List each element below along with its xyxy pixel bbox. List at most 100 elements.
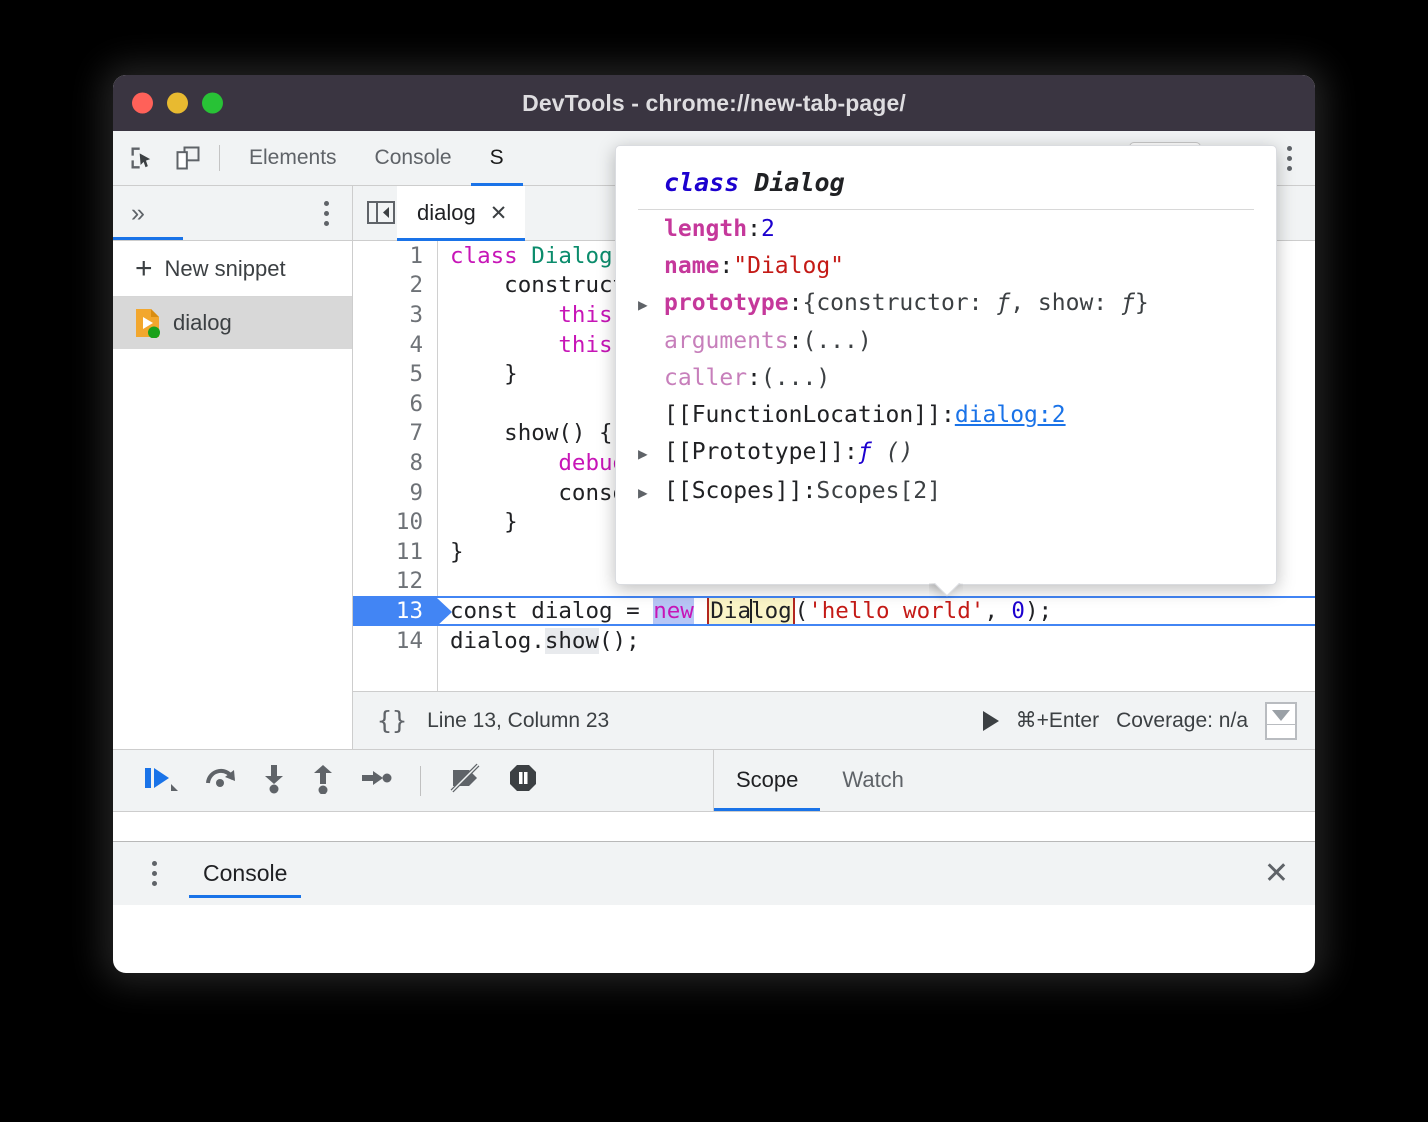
drawer-more-options-icon[interactable]	[137, 861, 171, 886]
line-content: }	[437, 539, 464, 565]
popover-property-row[interactable]: length: 2	[638, 210, 1254, 247]
tab-console[interactable]: Console	[356, 131, 471, 186]
object-preview-popover: class Dialog length: 2name: "Dialog"▶pro…	[615, 145, 1277, 585]
debugger-controls	[113, 750, 714, 811]
popover-title-keyword: class	[664, 168, 739, 197]
pretty-print-icon[interactable]: {}	[377, 706, 407, 735]
chevron-double-right-icon[interactable]: »	[131, 201, 145, 226]
expand-triangle-icon[interactable]: ▶	[638, 441, 664, 467]
resume-icon[interactable]	[143, 762, 181, 799]
step-out-icon[interactable]	[310, 762, 336, 799]
tab-sources[interactable]: S	[471, 131, 523, 186]
line-number[interactable]: 10	[353, 509, 437, 535]
coverage-label: Coverage: n/a	[1116, 709, 1248, 733]
property-name: prototype	[664, 290, 789, 316]
line-number[interactable]: 4	[353, 332, 437, 358]
minimize-window-button[interactable]	[167, 93, 188, 114]
run-snippet-icon[interactable]	[983, 711, 999, 731]
popover-property-row[interactable]: ▶[[Prototype]]: ƒ ()	[638, 434, 1254, 473]
pause-on-exceptions-icon[interactable]	[507, 762, 539, 799]
expand-triangle-icon[interactable]: ▶	[638, 480, 664, 506]
traffic-lights	[132, 93, 223, 114]
inspect-element-icon[interactable]	[125, 141, 159, 175]
collapse-sidebar-icon[interactable]	[367, 200, 397, 226]
new-snippet-label: New snippet	[165, 256, 286, 282]
statusbar-left: {} Line 13, Column 23	[353, 706, 609, 735]
line-number[interactable]: 5	[353, 361, 437, 387]
property-separator: :	[747, 216, 761, 242]
drawer-tab-console[interactable]: Console	[189, 842, 301, 906]
property-value: {constructor: ƒ, show: ƒ}	[802, 290, 1148, 316]
sidebar-item-dialog[interactable]: dialog	[113, 297, 352, 349]
tab-watch[interactable]: Watch	[820, 749, 926, 811]
sidebar-item-label: dialog	[173, 310, 232, 336]
close-icon[interactable]: ✕	[490, 201, 508, 226]
coverage-triangle	[1272, 710, 1290, 721]
deactivate-breakpoints-icon[interactable]	[448, 762, 484, 799]
property-separator: :	[941, 402, 955, 428]
tab-elements[interactable]: Elements	[230, 131, 356, 186]
property-value[interactable]: dialog:2	[955, 402, 1066, 428]
property-separator: :	[719, 253, 733, 279]
property-name: length	[664, 216, 747, 242]
popover-property-row[interactable]: name: "Dialog"	[638, 247, 1254, 284]
property-separator: :	[844, 439, 858, 465]
property-name: [[Scopes]]	[664, 478, 802, 504]
close-icon[interactable]: ✕	[1264, 859, 1289, 889]
line-number[interactable]: 3	[353, 302, 437, 328]
popover-property-row[interactable]: ▶prototype: {constructor: ƒ, show: ƒ}	[638, 284, 1254, 323]
line-number[interactable]: 11	[353, 539, 437, 565]
popover-title-name: Dialog	[754, 168, 844, 197]
line-number[interactable]: 1	[353, 243, 437, 269]
debugger-sidepanel-tabs: Scope Watch	[714, 750, 1315, 811]
sources-navigator: » + New snippet	[113, 186, 353, 749]
property-separator: :	[802, 478, 816, 504]
close-window-button[interactable]	[132, 93, 153, 114]
popover-property-row[interactable]: ▶[[Scopes]]: Scopes[2]	[638, 472, 1254, 511]
execution-line-top-rule	[353, 596, 1315, 598]
line-content: }	[437, 509, 518, 535]
popover-property-row[interactable]: [[FunctionLocation]]: dialog:2	[638, 397, 1254, 434]
line-number[interactable]: 14	[353, 628, 437, 654]
editor-tab-label: dialog	[417, 200, 476, 226]
editor-statusbar: {} Line 13, Column 23 ⌘+Enter Coverage: …	[353, 691, 1315, 749]
window-titlebar: DevTools - chrome://new-tab-page/	[113, 75, 1315, 131]
popover-title: class Dialog	[638, 162, 1254, 210]
popover-property-row[interactable]: arguments: (...)	[638, 323, 1254, 360]
expand-triangle-icon[interactable]: ▶	[638, 292, 664, 318]
coverage-drawer-icon[interactable]	[1265, 702, 1297, 740]
property-separator: :	[747, 365, 761, 391]
line-number[interactable]: 7	[353, 420, 437, 446]
step-into-icon[interactable]	[261, 762, 287, 799]
code-line: 14dialog.show();	[353, 626, 1315, 656]
editor-tab-dialog[interactable]: dialog ✕	[397, 186, 525, 241]
line-number[interactable]: 9	[353, 480, 437, 506]
new-snippet-button[interactable]: + New snippet	[113, 241, 352, 297]
line-number[interactable]: 6	[353, 391, 437, 417]
step-icon[interactable]	[359, 762, 393, 799]
property-name: name	[664, 253, 719, 279]
navigator-more-options-icon[interactable]	[309, 201, 343, 226]
debugger-toolbar-row: Scope Watch	[113, 749, 1315, 811]
line-number[interactable]: 8	[353, 450, 437, 476]
line-content: dialog.show();	[437, 628, 640, 654]
line-number[interactable]: 12	[353, 568, 437, 594]
line-number[interactable]: 2	[353, 272, 437, 298]
more-options-icon[interactable]	[1272, 146, 1306, 171]
property-name: arguments	[664, 328, 789, 354]
popover-property-row[interactable]: caller: (...)	[638, 360, 1254, 397]
property-value: (...)	[802, 328, 871, 354]
line-content: const dialog = new Dialog('hello world',…	[437, 598, 1052, 624]
popover-arrow	[929, 583, 963, 601]
line-number[interactable]: 13	[353, 598, 437, 624]
property-name: caller	[664, 365, 747, 391]
property-value: Scopes[2]	[816, 478, 941, 504]
device-toolbar-icon[interactable]	[171, 141, 205, 175]
toolbar-divider	[219, 145, 220, 171]
tab-scope[interactable]: Scope	[714, 749, 820, 811]
console-drawer: Console ✕	[113, 841, 1315, 905]
step-over-icon[interactable]	[204, 762, 238, 799]
maximize-window-button[interactable]	[202, 93, 223, 114]
property-value: "Dialog"	[733, 253, 844, 279]
debugger-divider	[420, 766, 421, 796]
